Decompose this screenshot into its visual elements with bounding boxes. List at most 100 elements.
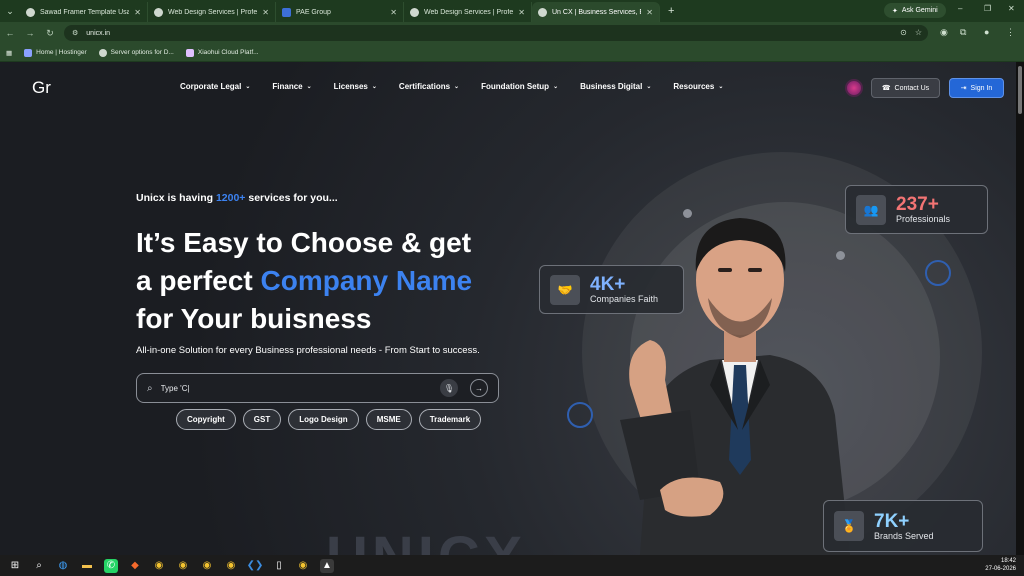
site-logo[interactable]: Gr — [32, 78, 51, 98]
tab-title: Un CX | Business Services, Expe — [552, 8, 641, 16]
chip-copyright[interactable]: Copyright — [176, 409, 236, 430]
bookmark-item[interactable]: Server options for D... — [98, 48, 174, 57]
chevron-down-icon: ⌄ — [718, 84, 724, 90]
bookmark-favicon-icon — [98, 48, 107, 57]
users-icon: 👥 — [856, 194, 886, 225]
nav-label: Corporate Legal — [180, 82, 242, 91]
nav-certifications[interactable]: Certifications ⌄ — [399, 82, 459, 91]
chip-logo-design[interactable]: Logo Design — [288, 409, 359, 430]
url-text[interactable]: unicx.in — [86, 30, 110, 37]
profile-icon[interactable]: ● — [984, 27, 989, 37]
browser-tab[interactable]: PAE Group ✕ — [276, 2, 404, 22]
brave-icon[interactable]: ◆ — [128, 559, 142, 573]
hero-subtitle: All-in-one Solution for every Business p… — [136, 345, 480, 356]
tab-title: Web Design Services | Profess — [424, 8, 514, 16]
bookmarks-bar: ▦ Home | Hostinger Server options for D.… — [0, 44, 1024, 62]
scrollbar-thumb[interactable] — [1018, 66, 1022, 114]
nav-label: Licenses — [333, 82, 368, 91]
new-tab-icon[interactable]: + — [668, 5, 674, 17]
close-icon[interactable]: ✕ — [518, 8, 525, 17]
folder-icon[interactable]: ▬ — [80, 559, 94, 573]
quick-service-chips: Copyright GST Logo Design MSME Trademark — [176, 409, 482, 430]
close-icon[interactable]: ✕ — [262, 8, 269, 17]
browser-tab[interactable]: Web Design Services | Profess ✕ — [404, 2, 532, 22]
sign-in-label: Sign In — [970, 84, 993, 92]
chrome-icon[interactable]: ◉ — [224, 559, 238, 573]
edge-icon[interactable]: ◍ — [56, 559, 70, 573]
extension-icon[interactable]: ◉ — [940, 27, 948, 38]
nav-resources[interactable]: Resources ⌄ — [673, 82, 723, 91]
stat-label: Brands Served — [874, 530, 934, 541]
microphone-icon[interactable]: 🎙 — [440, 379, 458, 397]
close-icon[interactable]: ✕ — [646, 8, 653, 17]
sign-in-button[interactable]: ⇥ Sign In — [949, 78, 1004, 98]
headline-text: a perfect — [136, 265, 261, 296]
tab-title: PAE Group — [296, 8, 331, 16]
chevron-down-icon: ⌄ — [306, 84, 312, 90]
notepad-icon[interactable]: ▯ — [272, 559, 286, 573]
nav-finance[interactable]: Finance ⌄ — [272, 82, 311, 91]
chip-gst[interactable]: GST — [242, 409, 282, 430]
bookmark-item[interactable]: Xiaohui Cloud Platf... — [185, 48, 259, 57]
clock-date: 27-06-2026 — [985, 566, 1016, 572]
nav-licenses[interactable]: Licenses ⌄ — [334, 82, 377, 91]
ask-gemini-button[interactable]: ✦ Ask Gemini — [884, 3, 946, 18]
omnibox-actions: ⊙ ☆ — [900, 28, 922, 37]
contact-us-button[interactable]: ☎ Contact Us — [871, 78, 940, 98]
tab-title: Sawad Framer Template Usage — [40, 8, 130, 16]
chip-trademark[interactable]: Trademark — [418, 409, 482, 430]
browser-tab-active[interactable]: Un CX | Business Services, Expe ✕ — [532, 2, 660, 22]
whatsapp-icon[interactable]: ✆ — [104, 558, 118, 573]
bookmark-item[interactable]: Home | Hostinger — [24, 48, 87, 57]
maximize-icon[interactable]: ❐ — [984, 4, 991, 13]
page-scrollbar[interactable] — [1016, 62, 1024, 555]
chrome-icon[interactable]: ◉ — [152, 559, 166, 573]
chip-msme[interactable]: MSME — [365, 409, 412, 430]
tab-search-icon[interactable]: ⌄ — [0, 0, 20, 22]
handshake-icon: 🤝 — [550, 274, 580, 305]
search-icon: ⌕ — [147, 382, 153, 394]
close-icon[interactable]: ✕ — [134, 8, 141, 17]
url-bar[interactable]: ⚙ unicx.in ⊙ ☆ — [64, 25, 928, 41]
chevron-down-icon: ⌄ — [454, 84, 460, 90]
tab-favicon-icon — [154, 7, 163, 17]
system-clock: 18:42 27-06-2026 — [985, 557, 1016, 573]
user-avatar[interactable] — [845, 79, 863, 97]
reload-icon[interactable]: ↻ — [40, 28, 60, 39]
stat-value: 237+ — [896, 194, 939, 215]
more-menu-icon[interactable]: ⋮ — [1006, 27, 1015, 38]
site-info-icon[interactable]: ⚙ — [72, 29, 78, 37]
key-icon[interactable]: ⊙ — [900, 28, 907, 37]
nav-foundation-setup[interactable]: Foundation Setup ⌄ — [481, 82, 558, 91]
tab-favicon-icon — [26, 7, 35, 17]
forward-icon[interactable]: → — [20, 28, 40, 38]
chrome-icon[interactable]: ◉ — [200, 559, 214, 573]
search-icon[interactable]: ⌕ — [32, 559, 46, 573]
apps-grid-icon[interactable]: ▦ — [6, 49, 12, 57]
chrome-icon[interactable]: ◉ — [296, 559, 310, 573]
chrome-icon[interactable]: ◉ — [176, 559, 190, 573]
browser-tab[interactable]: Sawad Framer Template Usage ✕ — [20, 2, 148, 22]
minimize-icon[interactable]: – — [958, 4, 962, 13]
back-icon[interactable]: ← — [0, 28, 20, 38]
nav-corporate-legal[interactable]: Corporate Legal ⌄ — [180, 82, 250, 91]
search-input[interactable] — [160, 383, 428, 393]
nav-label: Certifications — [398, 82, 451, 91]
browser-tab[interactable]: Web Design Services | Profess ✕ — [148, 2, 276, 22]
puzzle-icon[interactable]: ⧉ — [960, 27, 966, 38]
bookmark-label: Server options for D... — [110, 49, 174, 56]
headline-accent: Company Name — [260, 265, 473, 296]
windows-start-icon[interactable]: ⊞ — [8, 559, 22, 573]
nav-label: Business Digital — [580, 82, 643, 91]
nav-business-digital[interactable]: Business Digital ⌄ — [580, 82, 651, 91]
medal-icon: 🏅 — [834, 511, 864, 541]
arrow-right-icon[interactable]: → — [470, 379, 488, 397]
vscode-icon[interactable]: ❮❯ — [247, 559, 264, 573]
stat-value: 4K+ — [590, 274, 626, 295]
stat-label: Companies Faith — [590, 294, 659, 304]
window-close-icon[interactable]: ✕ — [1008, 4, 1015, 13]
headline-line: a perfect Company Name — [136, 262, 536, 300]
close-icon[interactable]: ✕ — [390, 8, 397, 17]
app-icon[interactable]: ▲ — [320, 558, 334, 573]
bookmark-star-icon[interactable]: ☆ — [915, 28, 922, 37]
